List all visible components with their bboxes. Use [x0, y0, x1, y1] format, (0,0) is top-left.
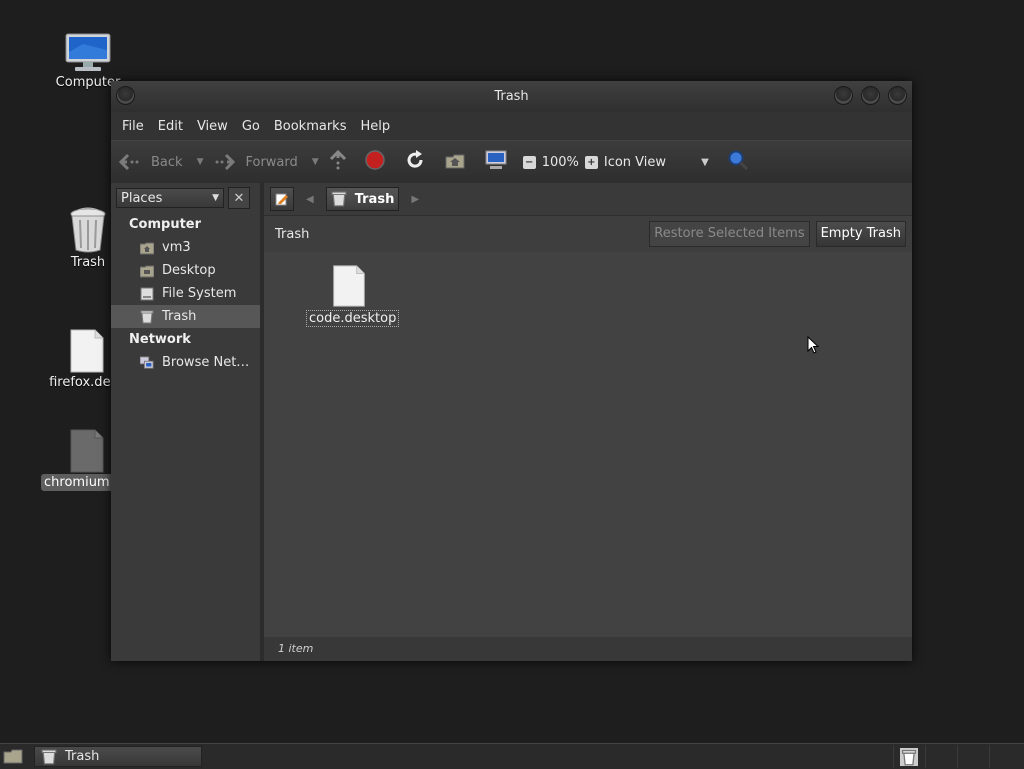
path-right-arrow-icon[interactable]: ▶: [411, 194, 419, 205]
home-folder-icon: [140, 242, 154, 254]
location-title: Trash: [275, 226, 310, 242]
drive-icon: [140, 287, 154, 300]
menu-view[interactable]: View: [190, 119, 235, 134]
file-view[interactable]: code.desktop: [264, 252, 912, 637]
forward-arrow-icon: [215, 153, 236, 171]
sidebar-item-label: Desktop: [162, 263, 216, 278]
taskbar-window-trash[interactable]: Trash: [34, 746, 202, 767]
places-selector[interactable]: Places ▼: [116, 188, 224, 208]
zoom-in-icon[interactable]: +: [584, 155, 598, 169]
back-arrow-icon: [119, 153, 139, 171]
workspace-switcher-3[interactable]: [989, 745, 1024, 768]
taskbar-window-label: Trash: [65, 749, 100, 764]
path-bar: ◀ Trash ▶: [264, 183, 912, 216]
file-manager-window: Trash File Edit View Go Bookmarks Help B…: [111, 81, 912, 661]
sidebar-item-desktop[interactable]: Desktop: [111, 259, 260, 282]
menu-edit[interactable]: Edit: [151, 119, 190, 134]
title-bar[interactable]: Trash: [111, 81, 912, 112]
pencil-icon: [275, 193, 288, 206]
computer-icon[interactable]: [485, 150, 507, 174]
menu-bar: File Edit View Go Bookmarks Help: [111, 112, 912, 140]
empty-trash-button[interactable]: Empty Trash: [815, 221, 906, 247]
chevron-down-icon: ▼: [212, 193, 219, 203]
sidebar-item-trash[interactable]: Trash: [111, 305, 260, 328]
back-button[interactable]: Back: [119, 153, 183, 171]
up-arrow-icon[interactable]: [329, 149, 347, 174]
window-menu-icon[interactable]: [116, 86, 135, 105]
chevron-down-icon: ▼: [701, 156, 709, 168]
trash-icon: [140, 310, 154, 323]
sidebar-item-browse-network[interactable]: Browse Net…: [111, 351, 260, 374]
toolbar: Back ▼ Forward ▼ − 100% + Icon View ▼: [111, 140, 912, 184]
forward-label: Forward: [245, 154, 298, 170]
sidebar-item-label: vm3: [162, 240, 191, 255]
file-manager-launcher-icon[interactable]: [3, 748, 23, 768]
sidebar-section-network: Network: [129, 332, 191, 347]
workspace-switcher-1[interactable]: [925, 745, 956, 768]
reload-icon[interactable]: [405, 150, 425, 174]
main-pane: ◀ Trash ▶ Trash Restore Selected Items E…: [264, 183, 912, 661]
sidebar: Places ▼ ✕ Computer vm3 Desktop File Sys…: [111, 183, 264, 661]
back-history-dropdown[interactable]: ▼: [197, 157, 204, 167]
view-mode-label: Icon View: [603, 154, 667, 170]
close-button[interactable]: [888, 86, 907, 105]
sidebar-item-vm3[interactable]: vm3: [111, 236, 260, 259]
path-left-arrow-icon[interactable]: ◀: [306, 194, 314, 205]
breadcrumb-label: Trash: [354, 191, 395, 207]
search-icon[interactable]: [727, 149, 749, 175]
desktop-icon-label: Trash: [70, 255, 106, 270]
file-icon: [306, 264, 392, 310]
sidebar-item-file-system[interactable]: File System: [111, 282, 260, 305]
taskbar: Trash: [0, 743, 1024, 769]
forward-button[interactable]: Forward: [213, 153, 298, 171]
sidebar-item-label: Browse Net…: [162, 355, 250, 370]
zoom-level: 100%: [541, 154, 579, 170]
computer-icon: [38, 18, 138, 74]
forward-history-dropdown[interactable]: ▼: [312, 157, 319, 167]
places-selector-label: Places: [121, 190, 163, 206]
breadcrumb-trash[interactable]: Trash: [325, 187, 400, 211]
tray-trash-icon[interactable]: [893, 745, 924, 768]
stop-icon[interactable]: [364, 150, 385, 174]
trash-icon: [41, 749, 57, 764]
network-icon: [140, 355, 154, 369]
trash-icon: [331, 191, 347, 207]
menu-go[interactable]: Go: [235, 119, 267, 134]
workspace-switcher-2[interactable]: [957, 745, 988, 768]
trash-info-bar: Trash Restore Selected Items Empty Trash: [264, 216, 912, 253]
file-name: code.desktop: [306, 310, 400, 327]
maximize-button[interactable]: [861, 86, 880, 105]
status-bar: 1 item: [264, 637, 912, 661]
menu-bookmarks[interactable]: Bookmarks: [267, 119, 354, 134]
sidebar-section-computer: Computer: [129, 217, 202, 232]
back-label: Back: [151, 154, 183, 170]
close-sidebar-button[interactable]: ✕: [228, 187, 250, 209]
edit-location-button[interactable]: [270, 187, 294, 211]
window-title: Trash: [494, 89, 529, 104]
file-item[interactable]: code.desktop: [306, 264, 400, 327]
menu-help[interactable]: Help: [353, 119, 397, 134]
view-mode-select[interactable]: Icon View ▼: [604, 155, 709, 170]
minimize-button[interactable]: [834, 86, 853, 105]
home-icon[interactable]: [445, 151, 465, 173]
restore-selected-button[interactable]: Restore Selected Items: [649, 221, 810, 247]
mouse-cursor-icon: [807, 336, 819, 354]
zoom-out-icon[interactable]: −: [522, 155, 536, 169]
sidebar-item-label: Trash: [162, 309, 197, 324]
menu-file[interactable]: File: [115, 119, 151, 134]
sidebar-item-label: File System: [162, 286, 237, 301]
desktop-folder-icon: [140, 265, 154, 277]
